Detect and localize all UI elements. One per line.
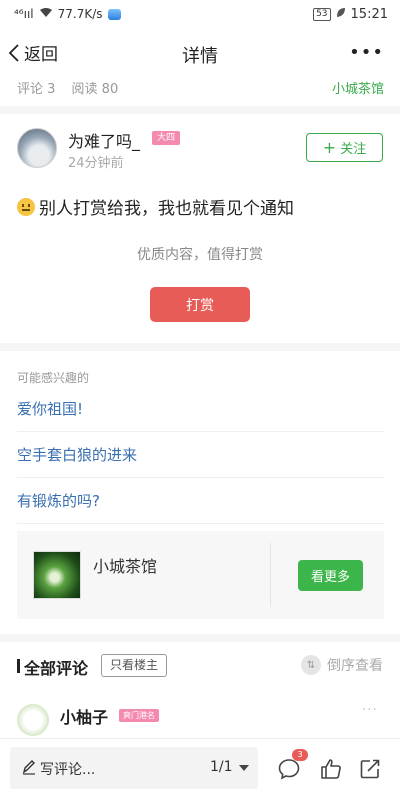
sort-icon: ⇅ — [301, 655, 321, 675]
clock: 15:21 — [350, 6, 388, 22]
follow-label: 关注 — [340, 142, 367, 157]
plus-icon: + — [322, 137, 337, 157]
comment-count-badge: 3 — [292, 749, 308, 761]
write-comment-input[interactable]: 写评论... 1/1 — [10, 747, 258, 789]
more-options-button[interactable]: ••• — [349, 42, 384, 63]
post-title-text: 别人打赏给我，我也就看见个通知 — [39, 199, 294, 219]
commenter-badge: 爽门港名 — [119, 709, 159, 722]
like-icon[interactable] — [319, 757, 343, 781]
circle-card-name: 小城茶馆 — [93, 557, 158, 576]
status-left: ⁴⁶ııl 77.7K/s — [14, 7, 121, 21]
commenter-avatar[interactable] — [17, 704, 49, 736]
write-comment-label: 写评论... — [40, 762, 96, 778]
circle-link[interactable]: 小城茶馆 — [332, 78, 384, 100]
post-stats: 评论 3 阅读 80 — [17, 78, 118, 100]
pencil-icon — [22, 760, 35, 775]
circle-thumbnail — [33, 551, 81, 599]
section-divider — [0, 106, 400, 114]
author-avatar[interactable] — [17, 128, 57, 168]
comment-count-text: 评论 3 — [17, 82, 56, 97]
comments-header: 全部评论 只看楼主 ⇅ 倒序查看 — [0, 651, 400, 681]
signal-icon: ⁴⁶ııl — [14, 7, 34, 21]
share-icon[interactable] — [358, 757, 382, 781]
sort-label: 倒序查看 — [327, 658, 383, 674]
leaf-icon — [336, 7, 346, 21]
see-more-button[interactable]: 看更多 — [298, 560, 363, 591]
nav-header: 返回 详情 ••• — [0, 36, 400, 74]
recommend-item[interactable]: 有锻炼的吗? — [17, 478, 384, 524]
circle-card[interactable]: 小城茶馆 看更多 — [17, 531, 384, 619]
battery-icon: 53 — [313, 7, 331, 21]
commenter-name[interactable]: 小柚子 — [60, 704, 108, 728]
sort-button[interactable]: ⇅ 倒序查看 — [301, 655, 383, 675]
reward-hint: 优质内容，值得打赏 — [137, 247, 263, 263]
recommend-item[interactable]: 爱你祖国! — [17, 386, 384, 432]
section-divider — [0, 634, 400, 642]
comments-title: 全部评论 — [24, 659, 89, 678]
bottom-bar: 写评论... 1/1 3 — [0, 738, 400, 800]
post-title: 别人打赏给我，我也就看见个通知 — [17, 194, 294, 219]
post-meta-row: 评论 3 阅读 80 小城茶馆 — [0, 78, 400, 100]
emoji-icon — [17, 197, 35, 216]
follow-button[interactable]: + 关注 — [306, 133, 383, 162]
section-divider — [0, 343, 400, 351]
author-name[interactable]: 为难了吗_ — [68, 128, 140, 152]
recommend-header: 可能感兴趣的 — [17, 371, 90, 385]
owner-only-button[interactable]: 只看楼主 — [101, 654, 168, 677]
post-time: 24分钟前 — [68, 156, 124, 171]
recommend-item[interactable]: 空手套白狼的进来 — [17, 432, 384, 478]
section-marker — [17, 659, 20, 673]
status-right: 53 15:21 — [313, 7, 388, 22]
author-level-badge: 大四 — [152, 131, 181, 145]
reward-button[interactable]: 打赏 — [150, 287, 250, 322]
card-separator — [270, 543, 271, 607]
comment-more-button[interactable]: ··· — [362, 702, 378, 718]
wifi-icon — [39, 7, 53, 21]
page-indicator[interactable]: 1/1 — [210, 759, 233, 775]
caret-down-icon[interactable] — [239, 765, 249, 771]
read-count-text: 阅读 80 — [71, 82, 119, 97]
status-bar: ⁴⁶ııl 77.7K/s 53 15:21 — [0, 0, 400, 28]
app-notification-icon — [107, 8, 121, 20]
page-title: 详情 — [182, 46, 218, 67]
network-speed: 77.7K/s — [57, 7, 103, 21]
